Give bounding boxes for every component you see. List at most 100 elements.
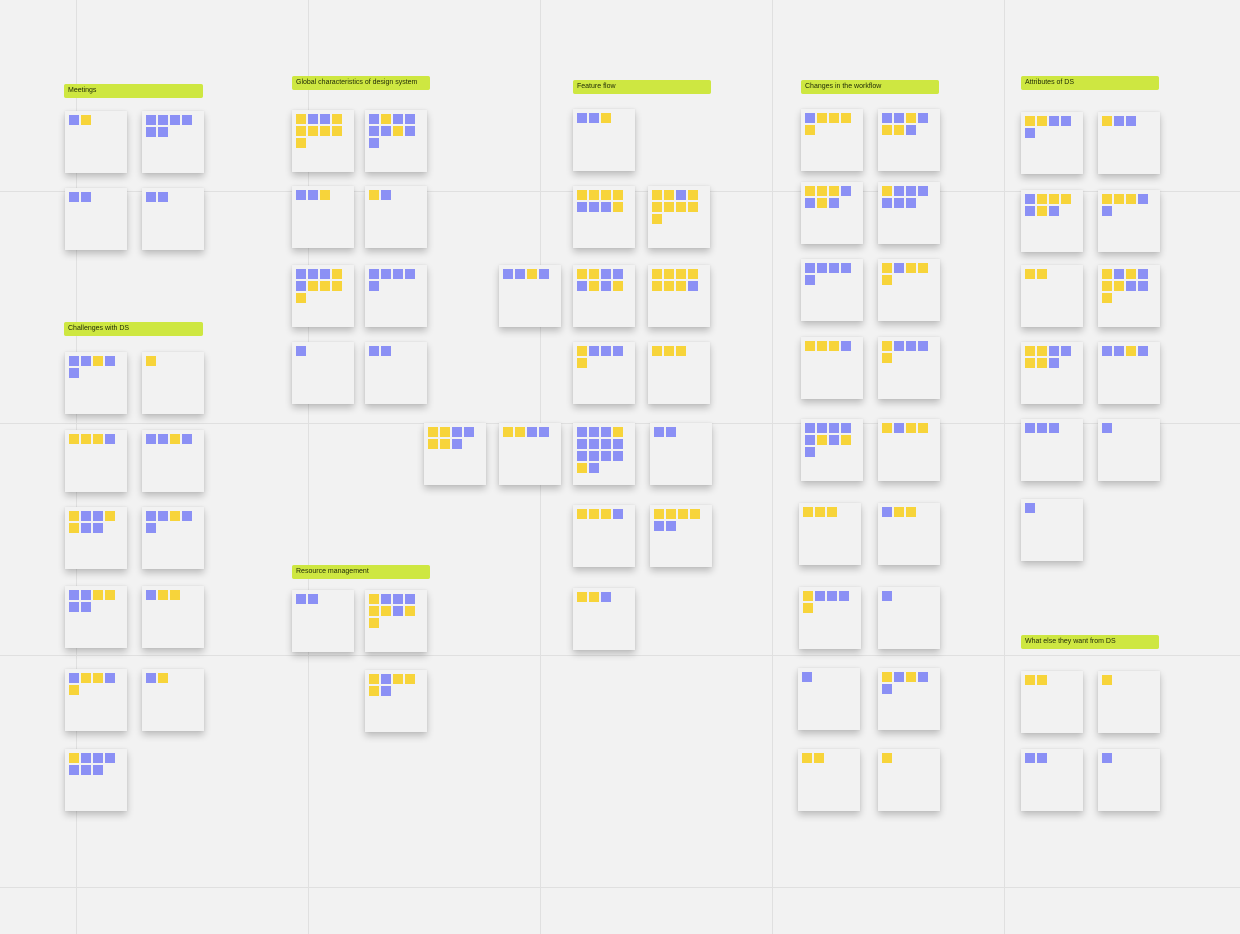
- sticky-note[interactable]: [499, 423, 561, 485]
- vote-dot-blue[interactable]: [405, 269, 415, 279]
- vote-dot-blue[interactable]: [882, 684, 892, 694]
- sticky-note[interactable]: [292, 110, 354, 172]
- vote-dot-blue[interactable]: [93, 765, 103, 775]
- vote-dot-yellow[interactable]: [296, 114, 306, 124]
- vote-dot-blue[interactable]: [577, 451, 587, 461]
- vote-dot-yellow[interactable]: [906, 507, 916, 517]
- vote-dot-yellow[interactable]: [918, 263, 928, 273]
- vote-dot-blue[interactable]: [805, 447, 815, 457]
- sticky-note[interactable]: [365, 110, 427, 172]
- vote-dot-yellow[interactable]: [332, 281, 342, 291]
- vote-dot-blue[interactable]: [906, 198, 916, 208]
- vote-dot-blue[interactable]: [589, 427, 599, 437]
- vote-dot-yellow[interactable]: [827, 507, 837, 517]
- sticky-note[interactable]: [142, 352, 204, 414]
- vote-dot-blue[interactable]: [296, 594, 306, 604]
- sticky-note[interactable]: [648, 186, 710, 248]
- sticky-note[interactable]: [801, 182, 863, 244]
- vote-dot-blue[interactable]: [1138, 346, 1148, 356]
- sticky-note[interactable]: [650, 423, 712, 485]
- vote-dot-yellow[interactable]: [906, 672, 916, 682]
- vote-dot-blue[interactable]: [918, 186, 928, 196]
- vote-dot-blue[interactable]: [1037, 423, 1047, 433]
- sticky-note[interactable]: [1021, 749, 1083, 811]
- sticky-note[interactable]: [801, 337, 863, 399]
- vote-dot-yellow[interactable]: [577, 463, 587, 473]
- vote-dot-blue[interactable]: [1102, 346, 1112, 356]
- vote-dot-blue[interactable]: [1025, 206, 1035, 216]
- vote-dot-blue[interactable]: [182, 434, 192, 444]
- vote-dot-yellow[interactable]: [1126, 269, 1136, 279]
- vote-dot-yellow[interactable]: [1037, 194, 1047, 204]
- vote-dot-yellow[interactable]: [1102, 116, 1112, 126]
- vote-dot-yellow[interactable]: [652, 202, 662, 212]
- vote-dot-yellow[interactable]: [841, 113, 851, 123]
- vote-dot-blue[interactable]: [1049, 423, 1059, 433]
- vote-dot-blue[interactable]: [1049, 116, 1059, 126]
- sticky-note[interactable]: [1021, 190, 1083, 252]
- vote-dot-yellow[interactable]: [601, 190, 611, 200]
- vote-dot-yellow[interactable]: [332, 269, 342, 279]
- vote-dot-blue[interactable]: [1126, 281, 1136, 291]
- vote-dot-yellow[interactable]: [308, 126, 318, 136]
- vote-dot-blue[interactable]: [829, 263, 839, 273]
- section-label-resource-management[interactable]: Resource management: [292, 565, 430, 579]
- vote-dot-blue[interactable]: [81, 523, 91, 533]
- vote-dot-blue[interactable]: [666, 521, 676, 531]
- vote-dot-blue[interactable]: [393, 114, 403, 124]
- vote-dot-blue[interactable]: [308, 114, 318, 124]
- sticky-note[interactable]: [799, 587, 861, 649]
- vote-dot-yellow[interactable]: [1102, 281, 1112, 291]
- vote-dot-yellow[interactable]: [882, 341, 892, 351]
- sticky-note[interactable]: [65, 749, 127, 811]
- sticky-note[interactable]: [878, 259, 940, 321]
- vote-dot-yellow[interactable]: [676, 346, 686, 356]
- vote-dot-blue[interactable]: [539, 427, 549, 437]
- vote-dot-yellow[interactable]: [369, 674, 379, 684]
- vote-dot-yellow[interactable]: [381, 606, 391, 616]
- vote-dot-yellow[interactable]: [805, 186, 815, 196]
- vote-dot-yellow[interactable]: [1025, 116, 1035, 126]
- vote-dot-blue[interactable]: [93, 523, 103, 533]
- vote-dot-blue[interactable]: [308, 594, 318, 604]
- vote-dot-yellow[interactable]: [829, 186, 839, 196]
- vote-dot-yellow[interactable]: [93, 673, 103, 683]
- vote-dot-blue[interactable]: [1025, 753, 1035, 763]
- vote-dot-blue[interactable]: [894, 423, 904, 433]
- vote-dot-yellow[interactable]: [1025, 675, 1035, 685]
- vote-dot-blue[interactable]: [589, 346, 599, 356]
- sticky-note[interactable]: [878, 182, 940, 244]
- vote-dot-blue[interactable]: [841, 186, 851, 196]
- vote-dot-blue[interactable]: [613, 346, 623, 356]
- vote-dot-yellow[interactable]: [69, 753, 79, 763]
- vote-dot-blue[interactable]: [69, 192, 79, 202]
- vote-dot-yellow[interactable]: [882, 125, 892, 135]
- sticky-note[interactable]: [1098, 671, 1160, 733]
- vote-dot-yellow[interactable]: [601, 113, 611, 123]
- vote-dot-yellow[interactable]: [613, 281, 623, 291]
- vote-dot-yellow[interactable]: [296, 138, 306, 148]
- vote-dot-blue[interactable]: [146, 673, 156, 683]
- vote-dot-blue[interactable]: [320, 269, 330, 279]
- vote-dot-yellow[interactable]: [296, 293, 306, 303]
- vote-dot-blue[interactable]: [1025, 194, 1035, 204]
- vote-dot-blue[interactable]: [805, 275, 815, 285]
- vote-dot-blue[interactable]: [381, 674, 391, 684]
- vote-dot-blue[interactable]: [666, 427, 676, 437]
- vote-dot-blue[interactable]: [146, 523, 156, 533]
- vote-dot-yellow[interactable]: [654, 509, 664, 519]
- sticky-note[interactable]: [573, 423, 635, 485]
- vote-dot-yellow[interactable]: [105, 590, 115, 600]
- vote-dot-yellow[interactable]: [1037, 269, 1047, 279]
- vote-dot-yellow[interactable]: [690, 509, 700, 519]
- vote-dot-yellow[interactable]: [527, 269, 537, 279]
- sticky-note[interactable]: [878, 587, 940, 649]
- vote-dot-blue[interactable]: [146, 511, 156, 521]
- sticky-note[interactable]: [65, 111, 127, 173]
- sticky-note[interactable]: [878, 503, 940, 565]
- vote-dot-blue[interactable]: [894, 186, 904, 196]
- vote-dot-yellow[interactable]: [906, 113, 916, 123]
- vote-dot-yellow[interactable]: [1037, 675, 1047, 685]
- vote-dot-yellow[interactable]: [81, 434, 91, 444]
- vote-dot-yellow[interactable]: [428, 439, 438, 449]
